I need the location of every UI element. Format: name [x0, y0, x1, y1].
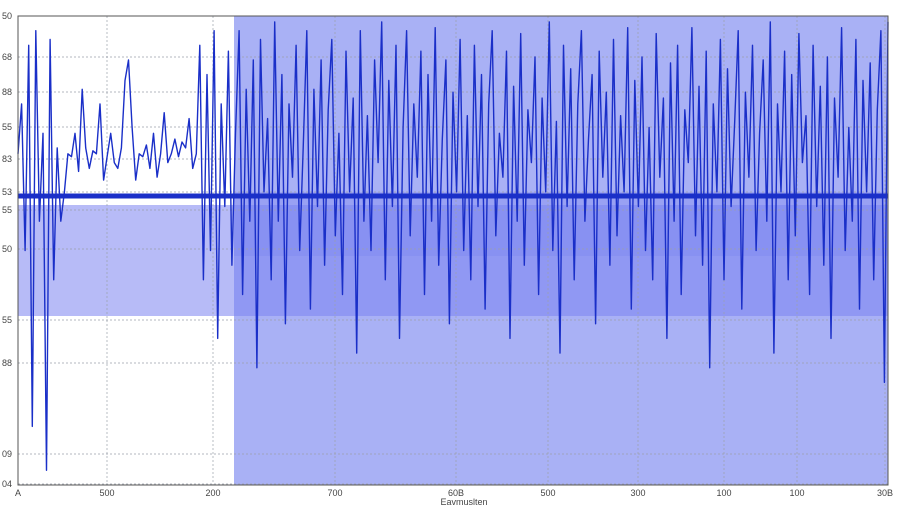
y-tick-label: 04 [2, 479, 12, 489]
y-tick-label: 55 [2, 315, 12, 325]
x-tick-label: 700 [327, 488, 342, 498]
x-tick-label: 30B [877, 488, 893, 498]
x-tick-label: A [15, 488, 21, 498]
waveform-chart: 506888558353555055880904 A 500 200 700 60B 50… [2, 11, 893, 507]
y-tick-label: 55 [2, 205, 12, 215]
y-tick-label: 50 [2, 244, 12, 254]
x-tick-label: 300 [630, 488, 645, 498]
x-tick-label: 100 [789, 488, 804, 498]
y-tick-label: 55 [2, 122, 12, 132]
x-tick-label: 500 [540, 488, 555, 498]
y-tick-label: 50 [2, 11, 12, 21]
y-tick-label: 88 [2, 358, 12, 368]
y-tick-label: 83 [2, 154, 12, 164]
y-tick-label: 68 [2, 52, 12, 62]
x-tick-label: 100 [716, 488, 731, 498]
y-tick-label: 53 [2, 187, 12, 197]
x-tick-label: 200 [205, 488, 220, 498]
y-tick-label: 88 [2, 87, 12, 97]
x-tick-label: 500 [99, 488, 114, 498]
x-axis-title: Eavmuslten [440, 497, 487, 507]
y-tick-label: 09 [2, 449, 12, 459]
